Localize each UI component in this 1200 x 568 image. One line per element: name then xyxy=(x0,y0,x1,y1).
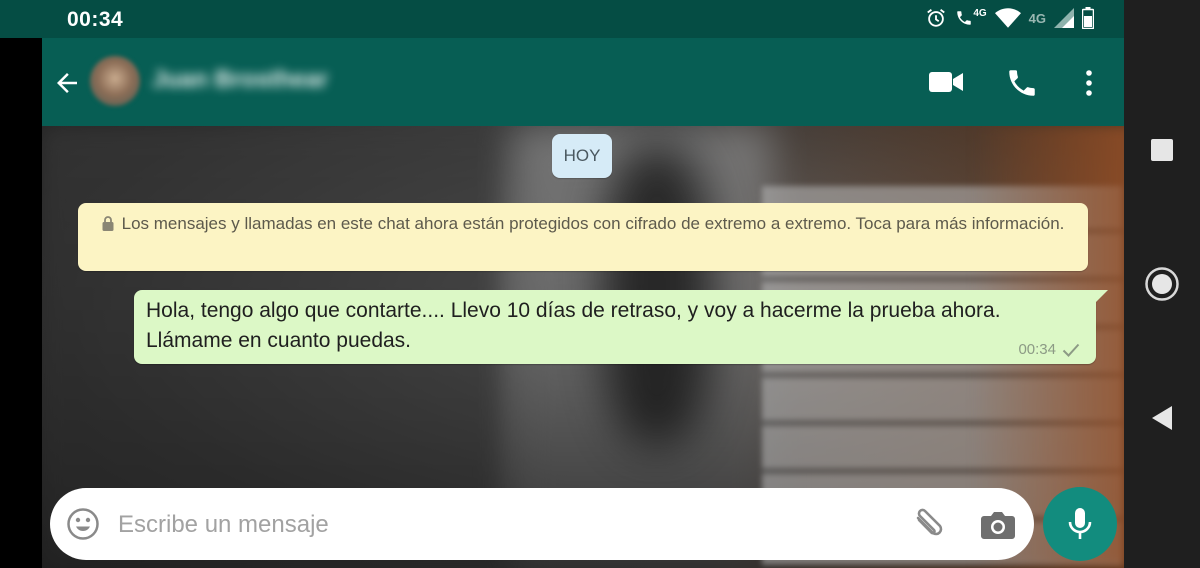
mic-button[interactable] xyxy=(1043,487,1117,561)
back-triangle-icon xyxy=(1152,406,1172,430)
message-composer xyxy=(50,488,1034,560)
camera-icon[interactable] xyxy=(980,509,1016,541)
single-check-icon xyxy=(1062,343,1080,357)
left-edge-strip xyxy=(0,38,42,568)
outgoing-message[interactable]: Hola, tengo algo que contarte.... Llevo … xyxy=(134,290,1108,364)
message-input[interactable] xyxy=(116,506,880,544)
contact-avatar[interactable] xyxy=(90,56,140,106)
system-back-button[interactable] xyxy=(1124,388,1200,448)
network-type-label: 4G xyxy=(973,8,987,19)
emoji-icon[interactable] xyxy=(66,507,100,541)
status-bar: 00:34 4G 4G xyxy=(0,0,1124,38)
status-icons: 4G 4G xyxy=(925,7,1094,29)
message-text: Hola, tengo algo que contarte.... Llevo … xyxy=(146,299,1001,352)
back-arrow-icon[interactable] xyxy=(52,68,82,98)
message-meta: 00:34 xyxy=(1018,341,1080,358)
phone-icon[interactable] xyxy=(1005,66,1039,100)
recents-button[interactable] xyxy=(1124,120,1200,180)
message-time: 00:34 xyxy=(1018,341,1056,358)
wifi-icon xyxy=(994,8,1021,28)
home-button[interactable] xyxy=(1124,254,1200,314)
encryption-notice-text: Los mensajes y llamadas en este chat aho… xyxy=(121,214,1065,233)
alarm-icon xyxy=(927,9,946,27)
battery-icon xyxy=(1082,7,1094,29)
more-vert-icon[interactable] xyxy=(1080,68,1098,98)
attach-icon[interactable] xyxy=(910,508,948,542)
encryption-notice[interactable]: Los mensajes y llamadas en este chat aho… xyxy=(78,203,1088,271)
wifi-call-icon: 4G xyxy=(955,8,987,28)
lock-icon xyxy=(102,216,114,231)
chat-header: Juan Brosthear xyxy=(42,38,1124,126)
recents-square-icon xyxy=(1151,139,1173,161)
mic-icon xyxy=(1068,508,1092,539)
system-navigation-bar xyxy=(1124,0,1200,568)
status-time: 00:34 xyxy=(67,8,124,31)
home-circle-icon xyxy=(1145,267,1179,301)
signal-icon xyxy=(1054,8,1074,28)
contact-name[interactable]: Juan Brosthear xyxy=(152,66,328,94)
video-call-icon[interactable] xyxy=(928,69,964,95)
network-type-label-secondary: 4G xyxy=(1028,10,1046,26)
date-chip: HOY xyxy=(552,134,612,178)
